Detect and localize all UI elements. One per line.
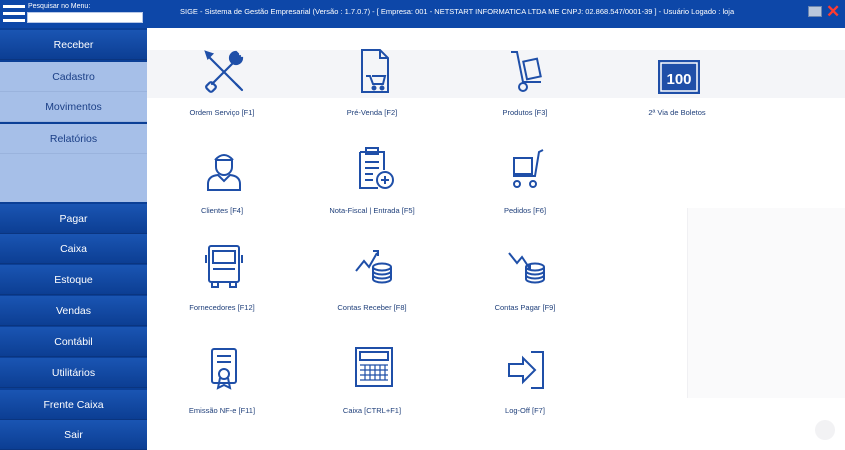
coins-up-icon (352, 243, 396, 291)
sidebar-item-cadastro[interactable]: Cadastro (0, 62, 147, 92)
tools-icon (202, 48, 246, 96)
search-input[interactable] (27, 12, 143, 23)
tile-label: Pré-Venda [F2] (346, 108, 398, 117)
search-label: Pesquisar no Menu: (28, 3, 91, 10)
close-icon[interactable]: ✕ (826, 1, 840, 23)
minimize-icon[interactable] (808, 6, 822, 17)
sidebar: Receber Cadastro Movimentos Relatórios P… (0, 28, 147, 450)
sidebar-item-relatorios[interactable]: Relatórios (0, 124, 147, 154)
truck-icon (202, 243, 246, 291)
tile-emissao-nfe[interactable]: Emissão NF-e [F11] (152, 346, 292, 426)
tile-caixa[interactable]: Caixa [CTRL+F1] (302, 346, 442, 426)
tile-label: Contas Receber [F8] (337, 303, 407, 312)
tile-label: Contas Pagar [F9] (494, 303, 556, 312)
coins-down-icon (505, 243, 549, 291)
sidebar-spacer (0, 154, 147, 202)
sidebar-item-vendas[interactable]: Vendas (0, 296, 147, 326)
boleto-100-icon: 100 (657, 58, 701, 106)
tile-log-off[interactable]: Log-Off [F7] (455, 346, 595, 426)
tile-label: Ordem Serviço [F1] (189, 108, 255, 117)
hand-truck-icon (505, 48, 549, 96)
certificate-icon (202, 346, 246, 394)
tile-label: Pedidos [F6] (503, 206, 547, 215)
tile-contas-receber[interactable]: Contas Receber [F8] (302, 243, 442, 323)
tile-label: Fornecedores [F12] (189, 303, 255, 312)
tile-label: Emissão NF-e [F11] (188, 406, 256, 415)
tile-label: 2ª Via de Boletos (648, 108, 706, 117)
tile-label: Caixa [CTRL+F1] (342, 406, 402, 415)
tile-label: Clientes [F4] (200, 206, 244, 215)
clipboard-add-icon (352, 146, 396, 194)
title-bar: Pesquisar no Menu: SIGE - Sistema de Ges… (0, 0, 845, 28)
tile-nota-fiscal-entrada[interactable]: Nota-Fiscal | Entrada [F5] (302, 146, 442, 226)
sidebar-item-movimentos[interactable]: Movimentos (0, 92, 147, 122)
boleto-badge-text: 100 (666, 71, 691, 88)
sidebar-item-receber[interactable]: Receber (0, 30, 147, 60)
tile-fornecedores[interactable]: Fornecedores [F12] (152, 243, 292, 323)
tile-contas-pagar[interactable]: Contas Pagar [F9] (455, 243, 595, 323)
sidebar-item-sair[interactable]: Sair (0, 420, 147, 450)
logoff-icon (505, 346, 549, 394)
window-title: SIGE - Sistema de Gestão Empresarial (Ve… (180, 7, 735, 16)
calculator-icon (352, 346, 396, 394)
tile-label: Produtos [F3] (502, 108, 548, 117)
sidebar-item-utilitarios[interactable]: Utilitários (0, 358, 147, 388)
sidebar-item-estoque[interactable]: Estoque (0, 265, 147, 295)
tile-2a-via-boletos[interactable]: 100 2ª Via de Boletos (607, 58, 747, 138)
sidebar-item-contabil[interactable]: Contábil (0, 327, 147, 357)
document-cart-icon (352, 48, 396, 96)
tile-produtos[interactable]: Produtos [F3] (455, 48, 595, 128)
customer-icon (202, 146, 246, 194)
tile-pedidos[interactable]: Pedidos [F6] (455, 146, 595, 226)
tile-label: Nota-Fiscal | Entrada [F5] (329, 206, 415, 215)
sidebar-item-caixa[interactable]: Caixa (0, 234, 147, 264)
tile-label: Log-Off [F7] (505, 406, 545, 415)
tile-clientes[interactable]: Clientes [F4] (152, 146, 292, 226)
tile-ordem-servico[interactable]: Ordem Serviço [F1] (152, 48, 292, 128)
cart-icon (505, 146, 549, 194)
sidebar-item-frente-caixa[interactable]: Frente Caixa (0, 390, 147, 420)
hamburger-menu-icon[interactable] (3, 3, 26, 25)
background-panel (687, 208, 845, 398)
background-circle (815, 420, 835, 440)
sidebar-item-pagar[interactable]: Pagar (0, 204, 147, 234)
tile-pre-venda[interactable]: Pré-Venda [F2] (302, 48, 442, 128)
main-panel: Ordem Serviço [F1] Pré-Venda [F2] Produt… (147, 28, 845, 450)
